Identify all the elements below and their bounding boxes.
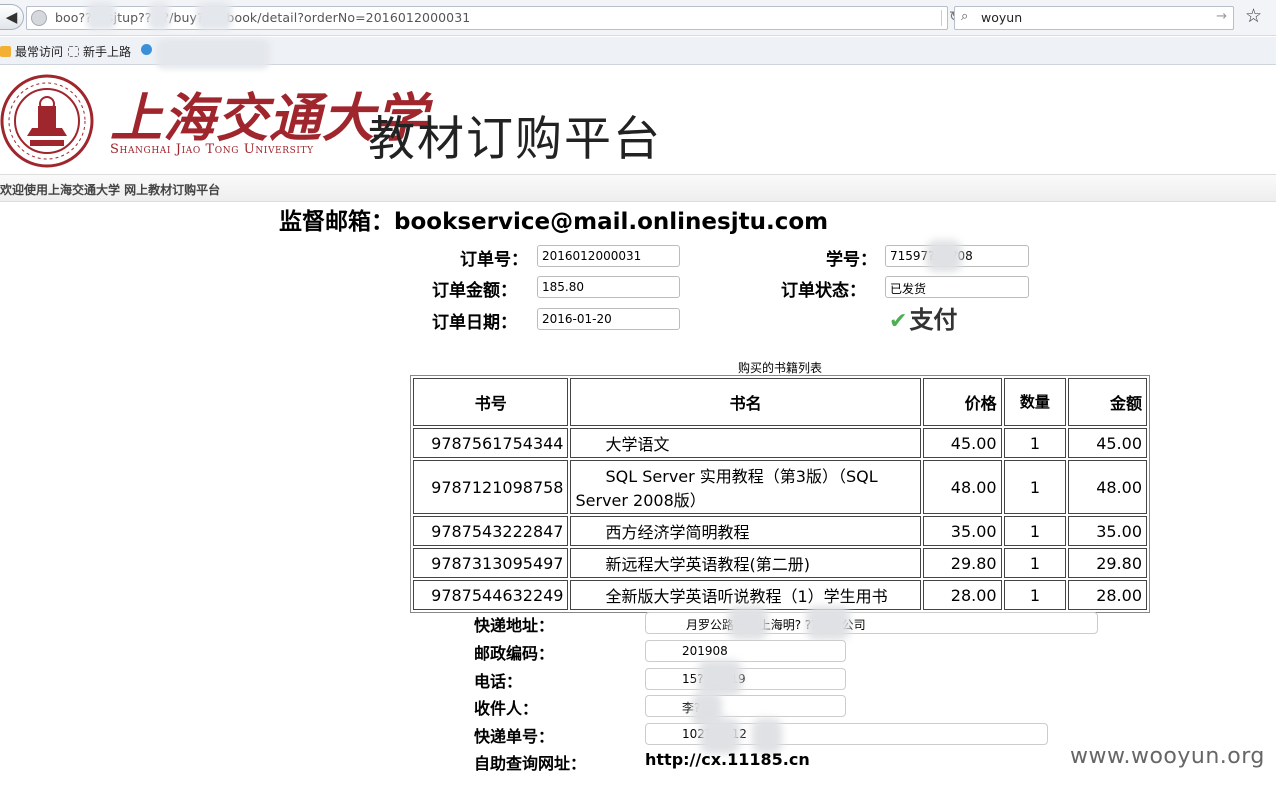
zip-label: 邮政编码： bbox=[474, 644, 555, 663]
phone-label: 电话： bbox=[474, 672, 523, 691]
tracking-label: 快递单号： bbox=[474, 727, 555, 746]
isbn-cell: 9787313095497 bbox=[413, 548, 569, 578]
order-status-field[interactable]: 已发货 bbox=[885, 276, 1029, 298]
book-table-caption: 购买的书籍列表 bbox=[737, 361, 822, 375]
bookmark-ie-link[interactable] bbox=[141, 43, 156, 57]
redaction-blur bbox=[700, 718, 740, 754]
title-cell: SQL Server 实用教程（第3版）（SQL Server 2008版） bbox=[570, 460, 921, 514]
receiver-label: 收件人： bbox=[474, 699, 539, 718]
table-row: 9787543222847 西方经济学简明教程 35.00 1 35.00 bbox=[413, 516, 1147, 546]
university-name-en: Shanghai Jiao Tong University bbox=[110, 142, 314, 157]
order-amount-field[interactable]: 185.80 bbox=[537, 276, 680, 298]
table-row: 9787121098758 SQL Server 实用教程（第3版）（SQL S… bbox=[413, 460, 1147, 514]
bookmarks-bar: 最常访问 新手上路 bbox=[0, 37, 1276, 69]
amount-cell: 28.00 bbox=[1068, 580, 1147, 610]
university-seal-logo bbox=[0, 74, 94, 168]
phone-field[interactable]: 15? ? ??19 bbox=[645, 668, 846, 690]
watermark: www.wooyun.org bbox=[1070, 744, 1265, 769]
order-amount-label: 订单金额： bbox=[432, 281, 517, 301]
quantity-cell: 1 bbox=[1003, 428, 1067, 458]
isbn-cell: 9787561754344 bbox=[413, 428, 569, 458]
title-cell: 西方经济学简明教程 bbox=[570, 516, 921, 546]
search-icon: ⌕ bbox=[961, 9, 969, 24]
table-row: 9787313095497 新远程大学英语教程(第二册) 29.80 1 29.… bbox=[413, 548, 1147, 578]
receiver-field[interactable]: 李? bbox=[645, 695, 846, 717]
table-header-row: 书号 书名 价格 数量 金额 bbox=[413, 378, 1147, 426]
query-url-link[interactable]: http://cx.11185.cn bbox=[645, 750, 810, 769]
amount-cell: 29.80 bbox=[1068, 548, 1147, 578]
redaction-blur bbox=[156, 39, 270, 69]
search-input[interactable]: woyun bbox=[981, 10, 1022, 25]
isbn-cell: 9787543222847 bbox=[413, 516, 569, 546]
redaction-blur bbox=[196, 2, 232, 30]
platform-title: 教材订购平台 bbox=[368, 112, 662, 167]
bookmark-star-icon[interactable]: ☆ bbox=[1245, 5, 1262, 27]
price-cell: 48.00 bbox=[922, 460, 1002, 514]
amount-cell: 35.00 bbox=[1068, 516, 1147, 546]
page-icon bbox=[68, 46, 79, 57]
back-button[interactable]: ◀ bbox=[0, 4, 24, 30]
redaction-blur bbox=[86, 2, 116, 30]
book-table: 书号 书名 价格 数量 金额 9787561754344 大学语文 45.00 … bbox=[410, 375, 1150, 613]
bookmark-most-visited[interactable]: 最常访问 bbox=[0, 43, 63, 60]
header-price: 价格 bbox=[922, 378, 1002, 426]
supervise-email: 监督邮箱：bookservice@mail.onlinesjtu.com bbox=[279, 209, 829, 235]
header-title: 书名 bbox=[570, 378, 921, 426]
url-separator bbox=[941, 10, 942, 26]
quantity-cell: 1 bbox=[1003, 548, 1067, 578]
bookmark-icon bbox=[0, 46, 11, 57]
quantity-cell: 1 bbox=[1003, 580, 1067, 610]
quantity-cell: 1 bbox=[1003, 460, 1067, 514]
search-bar[interactable]: ⌕ woyun → bbox=[954, 6, 1234, 30]
title-cell: 大学语文 bbox=[570, 428, 921, 458]
table-row: 9787561754344 大学语文 45.00 1 45.00 bbox=[413, 428, 1147, 458]
title-cell: 新远程大学英语教程(第二册) bbox=[570, 548, 921, 578]
checkmark-icon: ✔ bbox=[889, 309, 908, 334]
welcome-bar: 欢迎使用上海交通大学 网上教材订购平台 bbox=[0, 174, 1276, 202]
search-go-icon[interactable]: → bbox=[1216, 9, 1227, 24]
student-no-label: 学号： bbox=[826, 250, 877, 270]
redaction-blur bbox=[698, 660, 742, 696]
table-row: 9787544632249 全新版大学英语听说教程（1）学生用书 28.00 1… bbox=[413, 580, 1147, 610]
amount-cell: 45.00 bbox=[1068, 428, 1147, 458]
order-date-label: 订单日期： bbox=[432, 313, 517, 333]
order-no-field[interactable]: 2016012000031 bbox=[537, 245, 680, 267]
header-amount: 金额 bbox=[1068, 378, 1147, 426]
redaction-blur bbox=[752, 718, 782, 754]
isbn-cell: 9787121098758 bbox=[413, 460, 569, 514]
bookmark-getting-started[interactable]: 新手上路 bbox=[68, 43, 131, 60]
address-field[interactable]: 月罗公路??号上海明? ??有限公司 bbox=[645, 612, 1098, 634]
query-label: 自助查询网址： bbox=[474, 754, 587, 773]
redaction-blur bbox=[926, 240, 962, 272]
header-isbn: 书号 bbox=[413, 378, 569, 426]
redaction-blur bbox=[806, 606, 850, 640]
isbn-cell: 9787544632249 bbox=[413, 580, 569, 610]
amount-cell: 48.00 bbox=[1068, 460, 1147, 514]
address-label: 快递地址： bbox=[474, 616, 555, 635]
zip-field[interactable]: 201908 bbox=[645, 640, 846, 662]
back-arrow-icon: ◀ bbox=[5, 8, 18, 26]
header-quantity: 数量 bbox=[1003, 378, 1067, 426]
order-status-label: 订单状态： bbox=[781, 281, 866, 301]
redaction-blur bbox=[148, 2, 170, 30]
redaction-blur bbox=[728, 606, 768, 640]
order-date-field[interactable]: 2016-01-20 bbox=[537, 308, 680, 330]
pay-status[interactable]: ✔支付 bbox=[889, 300, 957, 335]
price-cell: 45.00 bbox=[922, 428, 1002, 458]
price-cell: 29.80 bbox=[922, 548, 1002, 578]
quantity-cell: 1 bbox=[1003, 516, 1067, 546]
price-cell: 35.00 bbox=[922, 516, 1002, 546]
price-cell: 28.00 bbox=[922, 580, 1002, 610]
url-text[interactable]: boo?? ?.sjtup?? ??/buy? ? ebook/detail?o… bbox=[55, 10, 470, 25]
browser-toolbar: ◀ boo?? ?.sjtup?? ??/buy? ? ebook/detail… bbox=[0, 0, 1276, 36]
order-no-label: 订单号： bbox=[460, 250, 528, 270]
globe-icon bbox=[31, 10, 47, 26]
ie-icon bbox=[141, 44, 152, 55]
welcome-text: 欢迎使用上海交通大学 网上教材订购平台 bbox=[0, 183, 221, 197]
